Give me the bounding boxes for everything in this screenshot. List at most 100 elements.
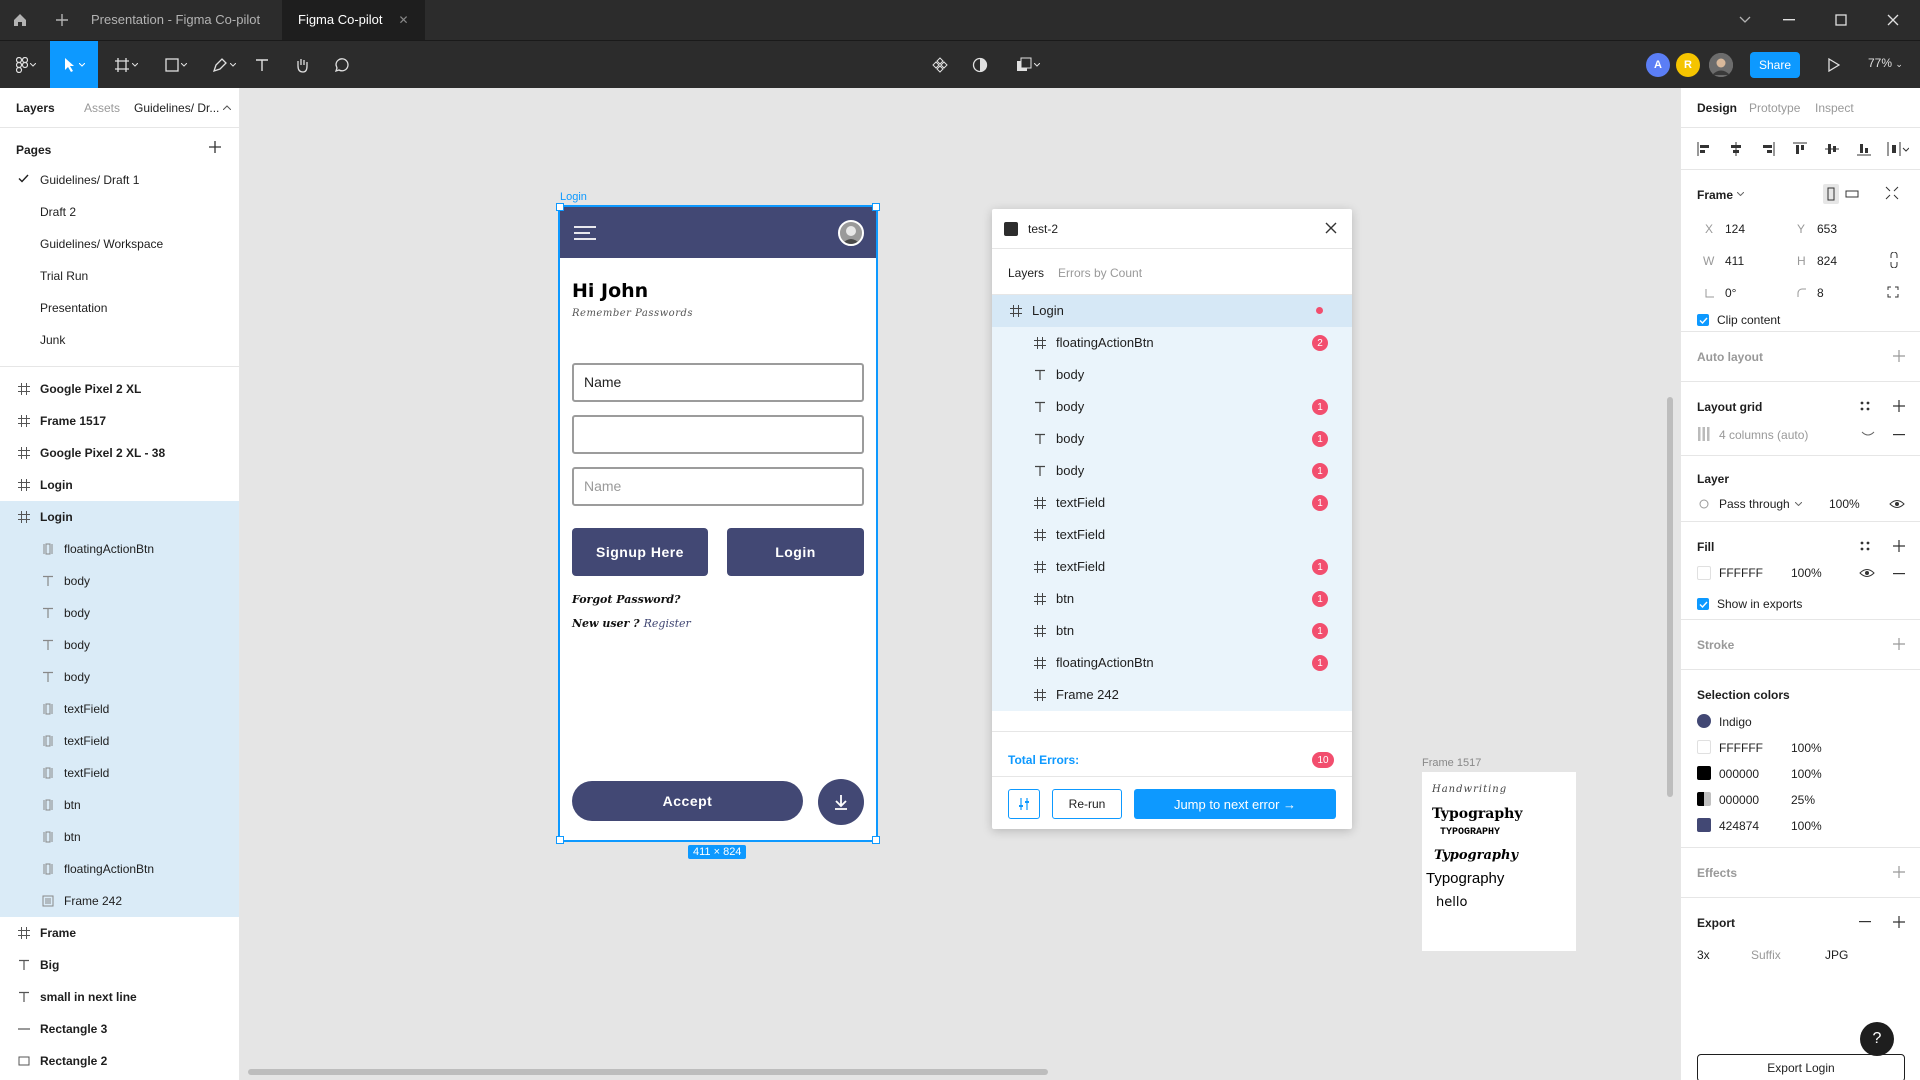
layer-row[interactable]: textField — [0, 725, 239, 757]
horizontal-scrollbar[interactable] — [248, 1069, 1048, 1075]
align-center-h-icon[interactable] — [1729, 142, 1743, 156]
tab-layers[interactable]: Layers — [16, 101, 55, 115]
register-link[interactable]: Register — [644, 617, 691, 630]
text-tool[interactable] — [250, 41, 274, 89]
fill-styles-icon[interactable] — [1859, 540, 1871, 552]
layer-row[interactable]: body — [0, 597, 239, 629]
constrain-proportions-icon[interactable] — [1889, 252, 1899, 268]
plugin-layer-row[interactable]: body 1 — [992, 423, 1352, 455]
plugin-layer-row[interactable]: body — [992, 359, 1352, 391]
remove-fill-icon[interactable] — [1893, 573, 1905, 575]
plugin-layer-row[interactable]: floatingActionBtn 1 — [992, 647, 1352, 679]
hide-grid-icon[interactable] — [1861, 430, 1875, 438]
color-name[interactable]: 000000 — [1719, 767, 1759, 781]
hand-tool[interactable] — [290, 41, 314, 89]
show-in-exports-checkbox[interactable] — [1697, 598, 1709, 610]
page-item[interactable]: Junk — [0, 324, 239, 356]
remove-grid-icon[interactable] — [1893, 434, 1905, 436]
add-effect-icon[interactable] — [1893, 866, 1905, 878]
color-swatch[interactable] — [1697, 766, 1711, 780]
avatar[interactable]: R — [1676, 53, 1700, 77]
layer-row[interactable]: Frame — [0, 917, 239, 949]
add-page-icon[interactable] — [208, 140, 222, 154]
frame-label-1517[interactable]: Frame 1517 — [1422, 757, 1481, 769]
eye-icon[interactable] — [1889, 499, 1905, 509]
frame-1517[interactable]: Handwriting Typography TYPOGRAPHY Typogr… — [1422, 772, 1576, 951]
distribute-icon[interactable] — [1887, 142, 1909, 156]
layer-row[interactable]: Login — [0, 469, 239, 501]
shape-tool[interactable] — [158, 41, 194, 89]
rotation-field[interactable]: 0° — [1725, 286, 1736, 300]
layer-row[interactable]: Google Pixel 2 XL - 38 — [0, 437, 239, 469]
rerun-button[interactable]: Re-run — [1052, 789, 1122, 819]
color-name[interactable]: FFFFFF — [1719, 741, 1763, 755]
avatar-photo[interactable] — [1709, 53, 1733, 77]
name-placeholder-input[interactable]: Name — [572, 467, 864, 506]
plugin-layer-row[interactable]: Login — [992, 295, 1352, 327]
align-center-v-icon[interactable] — [1825, 142, 1839, 156]
remove-export-icon[interactable] — [1859, 921, 1871, 923]
chevron-up-icon[interactable] — [223, 105, 231, 110]
align-left-icon[interactable] — [1697, 142, 1711, 156]
resize-handle[interactable] — [872, 203, 880, 211]
add-stroke-icon[interactable] — [1893, 638, 1905, 650]
move-tool[interactable] — [50, 41, 98, 89]
boolean-icon[interactable] — [1010, 41, 1046, 89]
fill-color-swatch[interactable] — [1697, 566, 1711, 580]
close-tab-icon[interactable]: ✕ — [399, 13, 409, 27]
comment-tool[interactable] — [330, 41, 354, 89]
color-swatch[interactable] — [1697, 714, 1711, 728]
page-item[interactable]: Presentation — [0, 292, 239, 324]
pen-tool[interactable] — [206, 41, 242, 89]
tab-assets[interactable]: Assets — [84, 101, 120, 115]
login-button[interactable]: Login — [727, 528, 864, 576]
color-opacity[interactable]: 100% — [1791, 767, 1822, 781]
page-item[interactable]: Trial Run — [0, 260, 239, 292]
columns-grid-icon[interactable] — [1697, 427, 1711, 441]
independent-corners-icon[interactable] — [1887, 286, 1899, 298]
empty-input[interactable] — [572, 415, 864, 454]
radius-field[interactable]: 8 — [1817, 286, 1824, 300]
canvas[interactable]: Login Hi John Remember Passwords Name Na… — [240, 88, 1680, 1080]
tab-plugin-layers[interactable]: Layers — [1008, 266, 1044, 280]
layer-row[interactable]: floatingActionBtn — [0, 853, 239, 885]
layer-row[interactable]: Google Pixel 2 XL — [0, 373, 239, 405]
login-frame[interactable]: Hi John Remember Passwords Name Name Sig… — [558, 205, 878, 842]
forgot-password-link[interactable]: Forgot Password? — [572, 593, 681, 606]
new-tab-icon[interactable] — [50, 8, 74, 32]
x-field[interactable]: 124 — [1725, 222, 1745, 236]
tab-prototype[interactable]: Prototype — [1749, 101, 1800, 115]
plugin-layer-row[interactable]: floatingActionBtn 2 — [992, 327, 1352, 359]
name-input[interactable]: Name — [572, 363, 864, 402]
settings-button[interactable] — [1008, 789, 1040, 819]
floating-action-button[interactable] — [818, 779, 864, 825]
present-icon[interactable] — [1822, 41, 1846, 89]
frame-label-login[interactable]: Login — [560, 191, 587, 203]
plugin-layer-row[interactable]: Frame 242 — [992, 679, 1352, 711]
align-right-icon[interactable] — [1761, 142, 1775, 156]
portrait-toggle[interactable] — [1823, 184, 1839, 204]
contrast-icon[interactable] — [968, 41, 992, 89]
add-grid-icon[interactable] — [1893, 400, 1905, 412]
layer-row[interactable]: body — [0, 629, 239, 661]
layer-opacity-field[interactable]: 100% — [1829, 497, 1860, 511]
fill-hex-field[interactable]: FFFFFF — [1719, 566, 1763, 580]
align-bottom-icon[interactable] — [1857, 142, 1871, 156]
zoom-level[interactable]: 77% ⌄ — [1868, 56, 1903, 70]
color-swatch[interactable] — [1697, 792, 1711, 806]
chevron-down-icon[interactable] — [1722, 0, 1768, 40]
landscape-icon[interactable] — [1845, 187, 1859, 201]
chevron-down-icon[interactable] — [1795, 502, 1802, 506]
jump-next-error-button[interactable]: Jump to next error → — [1134, 789, 1336, 819]
tab-errors-by-count[interactable]: Errors by Count — [1058, 266, 1142, 280]
frame-type-dropdown[interactable]: Frame — [1697, 188, 1733, 202]
layer-row[interactable]: textField — [0, 693, 239, 725]
layer-row[interactable]: Rectangle 3 — [0, 1013, 239, 1045]
resize-handle[interactable] — [556, 203, 564, 211]
layer-row[interactable]: Frame 1517 — [0, 405, 239, 437]
plugin-layer-row[interactable]: body 1 — [992, 391, 1352, 423]
plugin-layer-row[interactable]: body 1 — [992, 455, 1352, 487]
plugin-layer-row[interactable]: btn 1 — [992, 615, 1352, 647]
grid-value[interactable]: 4 columns (auto) — [1719, 428, 1808, 442]
tab-presentation[interactable]: Presentation - Figma Co-pilot — [75, 0, 276, 40]
